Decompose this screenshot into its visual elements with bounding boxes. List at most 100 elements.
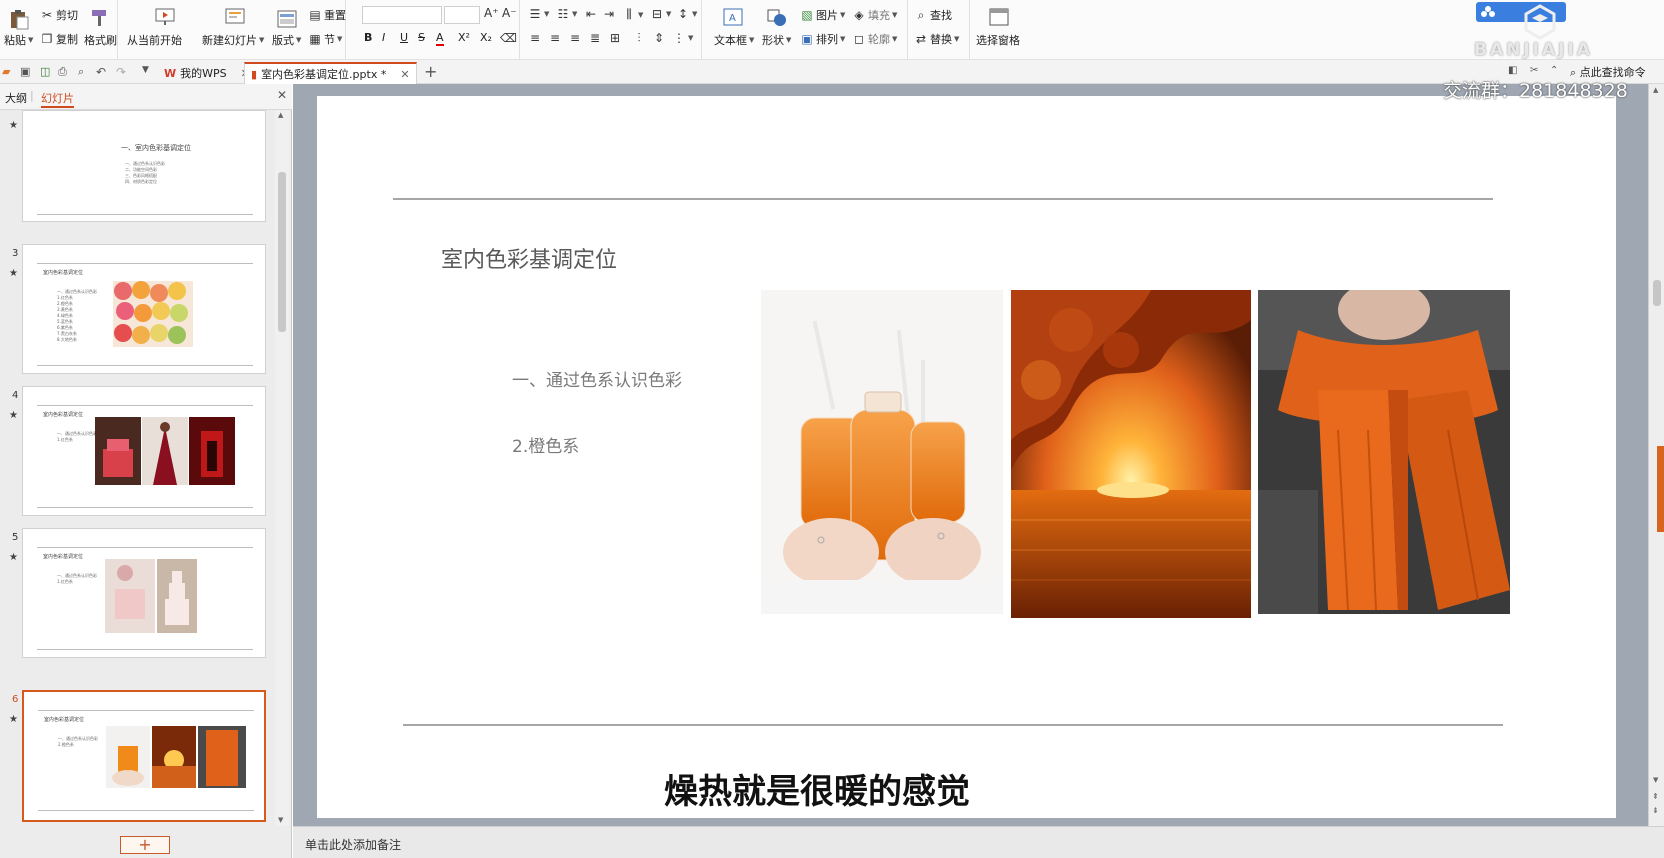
scroll-down-icon[interactable]: ▼ xyxy=(278,816,283,824)
underline-button[interactable]: U xyxy=(400,31,408,44)
align-text-button[interactable]: ⊟ ▼ xyxy=(650,7,671,21)
undo-icon[interactable]: ↶ xyxy=(96,65,110,79)
reset-button[interactable]: ▤ 重置 xyxy=(308,7,346,23)
font-color-button[interactable]: A xyxy=(436,31,444,46)
outline-button[interactable]: ◻ 轮廓 ▼ xyxy=(852,31,897,47)
scroll-down-icon[interactable]: ▼ xyxy=(1653,776,1658,784)
slide-thumb-3[interactable]: 3 ★ 室内色彩基调定位 一、通过色系认识色彩 1.红色系 2.橙色系 3.黄色… xyxy=(0,244,275,374)
add-notes-placeholder[interactable]: 单击此处添加备注 xyxy=(305,836,401,853)
bold-button[interactable]: B xyxy=(364,31,372,44)
slide[interactable]: 室内色彩基调定位 一、通过色系认识色彩 2.橙色系 燥热就是很暖的感觉 xyxy=(317,96,1616,818)
copy-button[interactable]: ❐ 复制 xyxy=(40,31,78,47)
decrease-indent-button[interactable]: ⇤ xyxy=(584,7,598,21)
shape-button[interactable]: 形状 ▼ xyxy=(762,32,791,48)
slide-thumb-2[interactable]: ★ 一、室内色彩基调定位 一、通过色系认识色彩 二、功能空间色彩 三、色彩风格搭… xyxy=(0,110,275,230)
export-pdf-icon[interactable]: ◫ xyxy=(40,65,54,79)
print-icon[interactable]: ⎙ xyxy=(58,65,72,79)
slide-title[interactable]: 室内色彩基调定位 xyxy=(441,242,617,274)
thumb-frame-selected: 室内色彩基调定位 一、通过色系认识色彩 2.橙色系 xyxy=(22,690,266,822)
format-painter-button[interactable]: 格式刷 xyxy=(84,32,117,48)
grow-font-button[interactable]: A⁺ xyxy=(484,6,499,20)
scroll-thumb[interactable] xyxy=(278,172,286,332)
new-tab-plus-icon[interactable]: + xyxy=(424,62,437,81)
bullets-button[interactable]: ☰ ▼ xyxy=(528,7,550,21)
slide-subtitle[interactable]: 一、通过色系认识色彩 xyxy=(512,366,682,391)
add-slide-button[interactable]: + xyxy=(120,836,170,854)
next-slide-icon[interactable]: ⇟ xyxy=(1652,806,1659,815)
orange-scarf-photo[interactable] xyxy=(1258,290,1510,614)
cut-button[interactable]: ✂ 剪切 xyxy=(40,7,78,23)
customize-chevron-down-icon[interactable]: ▼ xyxy=(142,65,156,79)
numbering-button[interactable]: ☷ ▼ xyxy=(556,7,578,21)
line-spacing-button[interactable]: ↕ ▼ xyxy=(676,7,697,21)
feedback-icon[interactable]: ◧ xyxy=(1508,65,1517,76)
thumb-text: 一、通过色系认识色彩 二、功能空间色彩 三、色彩风格搭配 四、材质色彩定位 xyxy=(125,161,165,184)
distribute-button[interactable]: ⊞ xyxy=(608,31,622,45)
align-left-button[interactable]: ≡ xyxy=(528,31,542,45)
selection-pane-icon xyxy=(989,8,1009,26)
tab-my-wps[interactable]: W 我的WPS ✕ xyxy=(158,62,256,84)
slides-scrollbar[interactable]: ▲ ▼ xyxy=(275,110,289,826)
replace-button[interactable]: ⇄ 替换 ▼ xyxy=(914,31,959,47)
font-family-select[interactable] xyxy=(362,6,442,24)
para-spacing-button[interactable]: ⇕ xyxy=(652,31,666,45)
slide-thumb-6[interactable]: 6 ★ 室内色彩基调定位 一、通过色系认识色彩 2.橙色系 xyxy=(0,690,275,822)
tab-document-label: 室内色彩基调定位.pptx * xyxy=(261,68,387,81)
text-direction-button[interactable]: ⫼ ▼ xyxy=(622,7,643,22)
new-slide-icon xyxy=(225,8,245,24)
font-group: A⁺ A⁻ B I U S A X² X₂ ⌫ xyxy=(346,0,520,60)
paste-icon xyxy=(11,10,29,30)
increase-indent-button[interactable]: ⇥ xyxy=(602,7,616,21)
shrink-font-button[interactable]: A⁻ xyxy=(502,6,517,20)
scroll-up-icon[interactable]: ▲ xyxy=(278,111,283,119)
canvas-scrollbar[interactable]: ▲ ▼ ⇞ ⇟ xyxy=(1648,84,1664,826)
slide-thumb-4[interactable]: 4 ★ 室内色彩基调定位 一、通过色系认识色彩 1.红色系 xyxy=(0,386,275,516)
fill-button[interactable]: ◈ 填充 ▼ xyxy=(852,7,897,23)
prev-slide-icon[interactable]: ⇞ xyxy=(1652,792,1659,801)
scroll-up-icon[interactable]: ▲ xyxy=(1653,86,1658,94)
paste-button[interactable]: 粘贴 ▼ xyxy=(4,32,33,48)
picture-button[interactable]: ▧ 图片 ▼ xyxy=(800,7,845,23)
close-icon[interactable]: ✕ xyxy=(400,68,409,81)
textbox-button[interactable]: 文本框 ▼ xyxy=(714,32,754,48)
open-folder-icon[interactable]: ▰ xyxy=(2,65,16,79)
italic-button[interactable]: I xyxy=(382,31,385,44)
font-size-select[interactable] xyxy=(444,6,480,24)
superscript-button[interactable]: X² xyxy=(458,31,470,44)
layout-button[interactable]: 版式 ▼ xyxy=(272,32,301,48)
slide-thumb-5[interactable]: 5 ★ 室内色彩基调定位 一、通过色系认识色彩 1.红色系 xyxy=(0,528,275,658)
slide-subheading[interactable]: 2.橙色系 xyxy=(512,432,579,457)
find-button[interactable]: ⌕ 查找 xyxy=(914,7,952,23)
section-button[interactable]: ▦ 节 ▼ xyxy=(308,31,342,47)
save-icon[interactable]: ▣ xyxy=(20,65,34,79)
columns-button[interactable]: ⫶ xyxy=(632,31,646,46)
from-current-button[interactable]: 从当前开始 xyxy=(127,32,182,48)
more-icon: ⋮ xyxy=(673,31,685,45)
side-tab-indicator[interactable] xyxy=(1657,446,1664,532)
skin-icon[interactable]: ✂ xyxy=(1530,65,1538,76)
subscript-button[interactable]: X₂ xyxy=(480,31,492,44)
tab-slides[interactable]: 幻灯片 xyxy=(41,90,74,108)
scroll-thumb[interactable] xyxy=(1653,280,1661,306)
wps-logo-icon: W xyxy=(164,66,177,80)
eraser-icon: ⌫ xyxy=(500,31,517,45)
arrange-button[interactable]: ▣ 排列 ▼ xyxy=(800,31,845,47)
align-center-button[interactable]: ≡ xyxy=(548,31,562,45)
clear-format-button[interactable]: ⌫ xyxy=(500,31,517,45)
collapse-ribbon-icon[interactable]: ⌃ xyxy=(1550,65,1558,76)
tab-document[interactable]: ▮ 室内色彩基调定位.pptx * ✕ xyxy=(244,62,417,84)
print-preview-icon[interactable]: ⌕ xyxy=(78,65,92,79)
autumn-sunset-photo[interactable] xyxy=(1011,290,1251,618)
redo-icon[interactable]: ↷ xyxy=(116,65,130,79)
strike-button[interactable]: S xyxy=(418,31,425,44)
more-para-button[interactable]: ⋮ ▼ xyxy=(672,31,693,45)
tab-outline[interactable]: 大纲 xyxy=(5,90,27,106)
selection-pane-button[interactable]: 选择窗格 xyxy=(976,32,1020,48)
orange-juice-photo[interactable] xyxy=(761,290,1003,614)
slide-number: 6 xyxy=(12,694,19,705)
thumb-frame: 室内色彩基调定位 一、通过色系认识色彩 1.红色系 xyxy=(22,528,266,658)
new-slide-button[interactable]: 新建幻灯片 ▼ xyxy=(202,32,264,48)
align-right-button[interactable]: ≡ xyxy=(568,31,582,45)
justify-button[interactable]: ≣ xyxy=(588,31,602,45)
close-icon[interactable]: ✕ xyxy=(277,88,287,102)
